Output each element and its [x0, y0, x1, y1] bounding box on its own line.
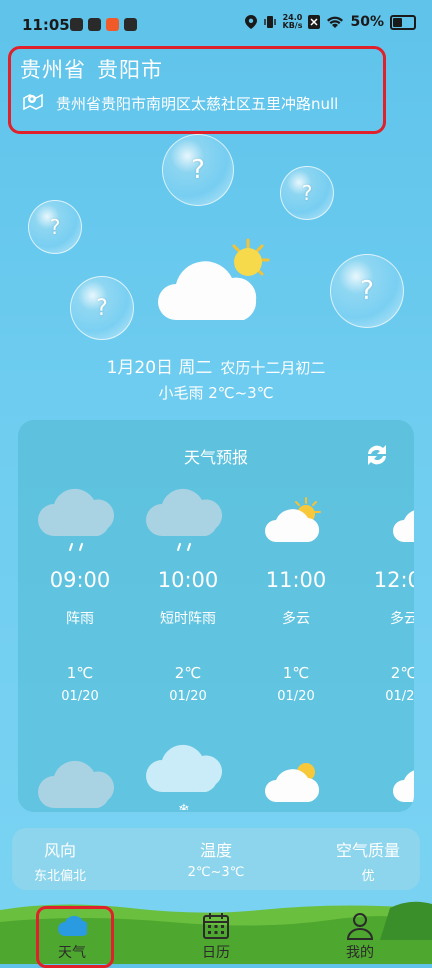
hour-desc: 多云: [282, 611, 310, 627]
partly-cloudy-icon: [248, 742, 344, 810]
hour-temp: 2℃: [174, 664, 202, 682]
partly-cloudy-icon: [248, 480, 344, 560]
hour-item[interactable]: 12:00 多云 2℃ 01/20: [356, 480, 414, 802]
snow-cloud-icon: ❄: [140, 742, 236, 810]
hour-item[interactable]: 11:00 多云 1℃ 01/20: [248, 480, 344, 802]
aqi-value: 优: [361, 869, 375, 884]
date-line: 1月20日 周二 农历十二月初二: [0, 353, 432, 378]
status-time: 11:05: [22, 16, 70, 34]
bubble-3[interactable]: ?: [28, 200, 82, 254]
net-speed: 24.0 KB/s: [282, 13, 303, 30]
user-icon: [346, 913, 374, 940]
hour-date: 01/20: [61, 689, 99, 704]
vibrate-icon: [263, 16, 276, 28]
aqi-label: 空气质量: [335, 841, 400, 860]
rain-cloud-icon: [32, 480, 128, 560]
partly-cloudy-icon: [356, 480, 414, 560]
nav-calendar-label: 日历: [202, 945, 230, 961]
red-app-icon: [106, 18, 119, 31]
hour-date: 01/20: [385, 689, 414, 704]
message-app-icon: [124, 18, 137, 31]
svg-text:❄: ❄: [178, 802, 190, 810]
rain-cloud-icon: [140, 480, 236, 560]
partly-cloudy-icon: [158, 238, 270, 320]
hour-desc: 短时阵雨: [160, 611, 216, 627]
hour-date: 01/20: [169, 689, 207, 704]
weather-details-card: 风向 东北偏北 温度 2℃~3℃ 空气质量 优: [12, 828, 420, 890]
map-location-icon: [23, 93, 43, 111]
nav-mine-label: 我的: [346, 945, 374, 961]
hour-desc: 多云: [390, 611, 414, 627]
forecast-card: 天气预报 09:00 阵雨 1℃ 01/20 10:00 短时阵雨 2℃ 01/…: [18, 420, 414, 812]
bubble-4[interactable]: ?: [70, 276, 134, 340]
check-app-icon: [70, 18, 83, 31]
hour-temp: 1℃: [282, 664, 310, 682]
notification-icons: [70, 18, 137, 31]
temperature-label: 温度: [199, 841, 232, 860]
hour-time: 11:00: [265, 568, 327, 592]
hour-desc: 阵雨: [66, 611, 94, 627]
refresh-icon[interactable]: [362, 440, 392, 470]
location-pin-icon: [244, 15, 257, 29]
hour-time: 10:00: [157, 568, 219, 592]
hour-date: 01/20: [277, 689, 315, 704]
play-app-icon: [88, 18, 101, 31]
nav-weather-highlight: [36, 906, 114, 968]
signal-x-icon: [308, 15, 321, 29]
status-right: 24.0 KB/s 50%: [244, 13, 416, 30]
wind-label: 风向: [43, 841, 76, 860]
hour-time: 09:00: [49, 568, 111, 592]
calendar-icon: [203, 913, 229, 939]
hourly-forecast-list[interactable]: 09:00 阵雨 1℃ 01/20 10:00 短时阵雨 2℃ 01/20 ❄: [32, 480, 414, 810]
hour-time: 12:00: [373, 568, 414, 592]
bubble-5[interactable]: ?: [330, 254, 404, 328]
bubble-2[interactable]: ?: [280, 166, 334, 220]
partly-cloudy-icon: [356, 742, 414, 810]
lunar-date: 农历十二月初二: [220, 359, 326, 377]
forecast-title: 天气预报: [183, 448, 248, 467]
address-text: 贵州省贵阳市南明区太慈社区五里冲路null: [56, 95, 339, 113]
bubble-1[interactable]: ?: [162, 134, 234, 206]
today-date: 1月20日 周二: [106, 358, 213, 378]
status-bar: 11:05 24.0 KB/s 50%: [0, 0, 432, 50]
battery-icon: [390, 14, 416, 30]
province-name[interactable]: 贵州省: [20, 54, 86, 84]
today-weather: 小毛雨 2℃~3℃: [158, 384, 274, 402]
wifi-icon: [327, 16, 344, 28]
wind-value: 东北偏北: [33, 869, 86, 884]
hour-temp: 1℃: [66, 664, 94, 682]
hour-item[interactable]: 10:00 短时阵雨 2℃ 01/20 ❄: [140, 480, 236, 810]
hour-temp: 2℃: [390, 664, 414, 682]
city-name[interactable]: 贵阳市: [97, 54, 163, 84]
cloud-icon: [32, 742, 128, 810]
hour-item[interactable]: 09:00 阵雨 1℃ 01/20: [32, 480, 128, 808]
battery-text: 50%: [350, 14, 384, 30]
temperature-value: 2℃~3℃: [187, 865, 245, 880]
